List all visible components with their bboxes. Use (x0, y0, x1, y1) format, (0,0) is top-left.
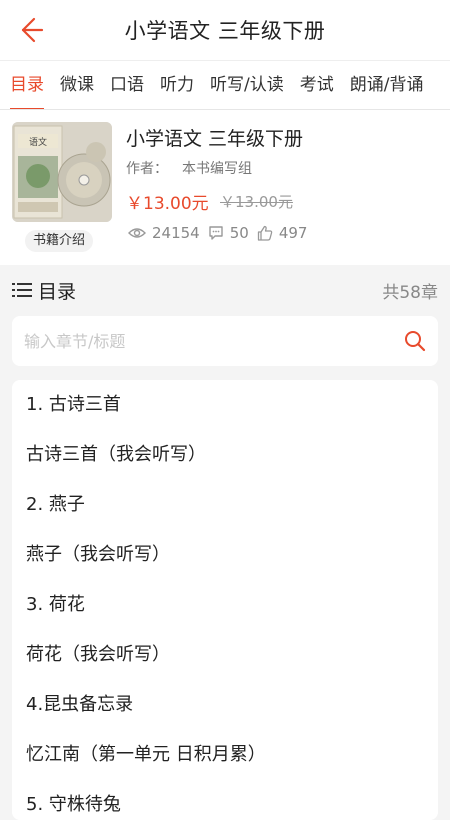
thumbs-up-icon (257, 225, 273, 241)
chapter-item[interactable]: 古诗三首（我会听写） (12, 430, 438, 480)
chapter-item[interactable]: 2. 燕子 (12, 480, 438, 530)
tab-oral[interactable]: 口语 (102, 61, 152, 109)
likes-stat: 497 (257, 224, 308, 242)
chapter-count: 共58章 (382, 282, 438, 303)
views-count: 24154 (152, 224, 200, 242)
tab-micro-lesson[interactable]: 微课 (52, 61, 102, 109)
tab-listening[interactable]: 听力 (152, 61, 202, 109)
book-intro-button[interactable]: 书籍介绍 (25, 230, 94, 252)
eye-icon (128, 228, 146, 238)
comment-icon (209, 226, 223, 240)
comments-stat: 50 (208, 224, 249, 242)
back-arrow-icon[interactable] (14, 14, 46, 46)
author-label: 作者： (126, 161, 168, 177)
chapter-search-input[interactable] (24, 331, 404, 351)
chapter-search-box (12, 316, 438, 366)
chapter-item[interactable]: 3. 荷花 (12, 580, 438, 630)
book-stats: 24154 50 497 (128, 224, 315, 242)
list-icon (12, 283, 32, 297)
book-price: ￥13.00元 (126, 194, 209, 214)
chapter-list: 1. 古诗三首 古诗三首（我会听写） 2. 燕子 燕子（我会听写） 3. 荷花 … (12, 380, 438, 820)
book-original-price: ￥13.00元 (220, 193, 293, 211)
tab-recite[interactable]: 朗诵/背诵 (342, 61, 432, 109)
book-cover[interactable]: 语文 (12, 122, 112, 222)
toc-header: 目录 共58章 (0, 265, 450, 315)
toc-title: 目录 (38, 280, 77, 303)
search-icon[interactable] (404, 330, 426, 352)
book-cover-image: 语文 (12, 122, 112, 222)
chapter-item[interactable]: 燕子（我会听写） (12, 530, 438, 580)
views-stat: 24154 (128, 224, 200, 242)
tab-toc[interactable]: 目录 (0, 61, 52, 109)
book-author: 作者： 本书编写组 (126, 158, 252, 178)
chapter-item[interactable]: 荷花（我会听写） (12, 630, 438, 680)
book-title: 小学语文 三年级下册 (126, 128, 304, 150)
chapter-item[interactable]: 忆江南（第一单元 日积月累） (12, 730, 438, 780)
likes-count: 497 (278, 224, 308, 242)
top-bar: 小学语文 三年级下册 (0, 0, 450, 60)
tab-exam[interactable]: 考试 (292, 61, 342, 109)
comments-count: 50 (229, 224, 249, 242)
book-info-card: 语文 书籍介绍 小学语文 三年级下册 作者： 本书编写组 ￥13.00元 ￥13.… (0, 110, 450, 265)
svg-text:语文: 语文 (29, 136, 47, 148)
tab-dictation[interactable]: 听写/认读 (202, 61, 292, 109)
page-title: 小学语文 三年级下册 (124, 19, 326, 43)
chapter-item[interactable]: 5. 守株待兔 (12, 780, 438, 820)
category-tabs: 目录 微课 口语 听力 听写/认读 考试 朗诵/背诵 (0, 60, 450, 110)
author-name: 本书编写组 (182, 161, 252, 177)
chapter-item[interactable]: 1. 古诗三首 (12, 380, 438, 430)
chapter-item[interactable]: 4.昆虫备忘录 (12, 680, 438, 730)
